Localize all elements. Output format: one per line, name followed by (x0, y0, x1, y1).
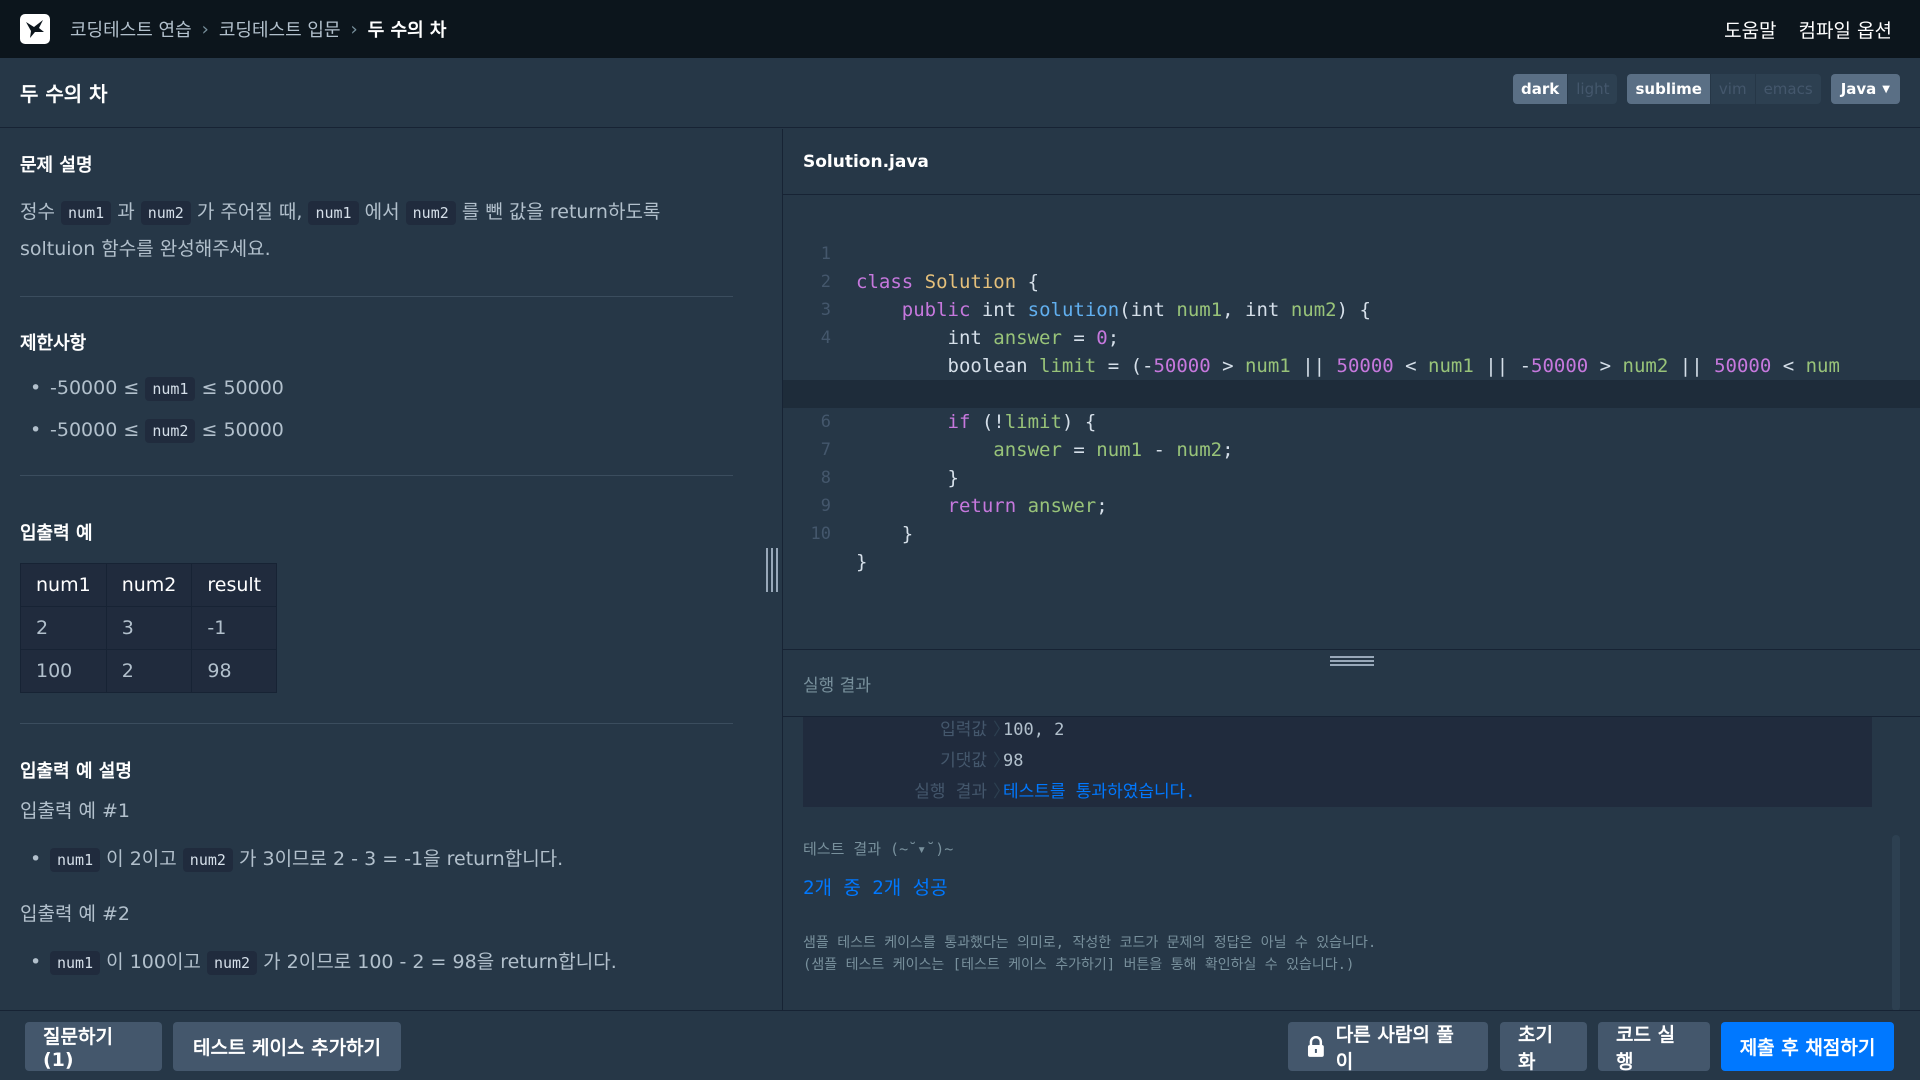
caret-down-icon: ▼ (1882, 83, 1890, 95)
add-testcase-button[interactable]: 테스트 케이스 추가하기 (173, 1022, 401, 1071)
summary-label: 테스트 결과 (~˘▾˘)~ (803, 840, 954, 858)
code-line: 4 boolean limit = (-50000 > num1 || 5000… (820, 328, 1840, 377)
description-text: 정수 num1 과 num2 가 주어질 때, num1 에서 num2 를 뺀… (20, 201, 661, 260)
editor-pane: Solution.java 1 class Solution { 2 publi… (782, 129, 1920, 649)
theme-toggle: dark light (1513, 74, 1618, 104)
io-example-table: num1 num2 result 2 3 -1 100 2 98 (20, 563, 278, 693)
example-2-list: num1 이 100이고 num2 가 2이므로 100 - 2 = 98을 r… (0, 942, 617, 983)
table-header-row: num1 num2 result (20, 563, 278, 607)
list-item: num1 이 2이고 num2 가 3이므로 2 - 3 = -1을 retur… (0, 839, 563, 880)
language-select[interactable]: Java ▼ (1830, 74, 1900, 104)
code-line: 2 public int solution(int num1, int num2… (820, 272, 1371, 321)
list-item: -50000 ≤ num1 ≤ 50000 (0, 369, 284, 411)
code-line-active: 6 answer = num1 - num2; (783, 380, 1920, 461)
help-link[interactable]: 도움말 (1724, 16, 1776, 43)
horizontal-splitter-handle[interactable] (1330, 656, 1374, 666)
table-header: num2 (105, 563, 193, 607)
page-title: 두 수의 차 (20, 82, 108, 106)
divider (20, 723, 733, 724)
summary-note: 샘플 테스트 케이스를 통과했다는 의미로, 작성한 코드가 문제의 정답은 아… (803, 935, 1377, 973)
table-cell: 98 (191, 649, 278, 693)
breadcrumb-item-practice[interactable]: 코딩테스트 연습 (70, 16, 192, 42)
compile-options-link[interactable]: 컴파일 옵션 (1799, 16, 1892, 43)
language-label: Java (1840, 80, 1877, 98)
others-solution-label: 다른 사람의 풀이 (1335, 1023, 1454, 1073)
constraints-list: -50000 ≤ num1 ≤ 50000 -50000 ≤ num2 ≤ 50… (0, 369, 284, 453)
code-line: 3 int answer = 0; (820, 300, 1120, 349)
title-bar: 두 수의 차 dark light sublime vim emacs Java… (0, 58, 1920, 128)
top-navigation: 코딩테스트 연습 › 코딩테스트 입문 › 두 수의 차 도움말 컴파일 옵션 (0, 0, 1920, 58)
submit-button[interactable]: 제출 후 채점하기 (1721, 1022, 1894, 1071)
keymap-sublime-button[interactable]: sublime (1627, 74, 1710, 104)
list-item: num1 이 100이고 num2 가 2이므로 100 - 2 = 98을 r… (0, 942, 617, 983)
breadcrumb-item-intro[interactable]: 코딩테스트 입문 (219, 16, 341, 42)
code-line: 8 return answer; (820, 468, 1108, 517)
editor-options: dark light sublime vim emacs Java ▼ (1513, 74, 1900, 104)
case-result-row: 실행 결과 〉 테스트를 통과하였습니다. (914, 782, 1196, 802)
case-input-row: 입력값 〉 100, 2 (940, 720, 1065, 740)
table-row: 100 2 98 (20, 649, 278, 693)
theme-dark-button[interactable]: dark (1513, 74, 1568, 104)
code-line: 9 } (820, 496, 914, 545)
code-line-wrap: 2); (783, 324, 1920, 405)
table-cell: 2 (105, 649, 193, 693)
theme-light-button[interactable]: light (1567, 74, 1618, 104)
table-row: 2 3 -1 (20, 606, 278, 650)
example-2-title: 입출력 예 #2 (20, 903, 131, 925)
example-1-list: num1 이 2이고 num2 가 3이므로 2 - 3 = -1을 retur… (0, 839, 563, 880)
description-title: 문제 설명 (20, 155, 93, 176)
example-1-title: 입출력 예 #1 (20, 800, 131, 822)
test-case-result: 입력값 〉 100, 2 기댓값 〉 98 실행 결과 〉 테스트를 통과하였습… (803, 717, 1872, 807)
io-explain-title: 입출력 예 설명 (20, 761, 132, 782)
others-solution-button[interactable]: 다른 사람의 풀이 (1288, 1022, 1488, 1073)
code-editor[interactable]: 1 class Solution { 2 public int solution… (783, 196, 1920, 649)
chevron-right-icon: › (201, 18, 209, 40)
result-scrollbar[interactable] (1892, 835, 1900, 1011)
code-line: 5 if (!limit) { (821, 384, 1097, 433)
io-example-title: 입출력 예 (20, 523, 93, 544)
keymap-vim-button[interactable]: vim (1709, 74, 1755, 104)
divider (20, 296, 733, 297)
constraints-title: 제한사항 (20, 333, 87, 354)
table-cell: 3 (105, 606, 193, 650)
keymap-toggle: sublime vim emacs (1627, 74, 1821, 104)
table-cell: 2 (20, 606, 107, 650)
list-item: -50000 ≤ num2 ≤ 50000 (0, 411, 284, 453)
code-line: 7 } (820, 440, 959, 489)
ask-question-button[interactable]: 질문하기 (1) (25, 1022, 162, 1071)
bottom-action-bar: 질문하기 (1) 테스트 케이스 추가하기 다른 사람의 풀이 초기화 코드 실… (0, 1010, 1920, 1080)
keymap-emacs-button[interactable]: emacs (1754, 74, 1821, 104)
run-code-button[interactable]: 코드 실행 (1598, 1022, 1710, 1073)
result-pane: 실행 결과 입력값 〉 100, 2 기댓값 〉 98 실행 결과 〉 테스트를… (782, 649, 1920, 1011)
problem-pane: 문제 설명 정수 num1 과 num2 가 주어질 때, num1 에서 nu… (0, 129, 782, 1010)
code-line: 10 } (810, 524, 868, 573)
table-header: result (191, 563, 278, 607)
reset-button[interactable]: 초기화 (1500, 1022, 1587, 1073)
table-header: num1 (20, 563, 107, 607)
breadcrumb: 코딩테스트 연습 › 코딩테스트 입문 › 두 수의 차 (70, 16, 447, 42)
case-expected-row: 기댓값 〉 98 (940, 751, 1024, 771)
table-cell: 100 (20, 649, 107, 693)
lock-icon (1307, 1035, 1324, 1057)
vertical-splitter-handle[interactable] (766, 548, 778, 592)
file-tab[interactable]: Solution.java (783, 129, 1920, 195)
logo-icon[interactable] (20, 14, 50, 44)
test-summary: 테스트 결과 (~˘▾˘)~ 2개 중 2개 성공 샘플 테스트 케이스를 통과… (803, 838, 1376, 976)
breadcrumb-item-current: 두 수의 차 (367, 20, 447, 41)
code-line: 1 class Solution { (820, 244, 1040, 293)
table-cell: -1 (191, 606, 278, 650)
chevron-right-icon: › (350, 18, 358, 40)
divider (20, 475, 733, 476)
summary-count: 2개 중 2개 성공 (803, 877, 948, 899)
